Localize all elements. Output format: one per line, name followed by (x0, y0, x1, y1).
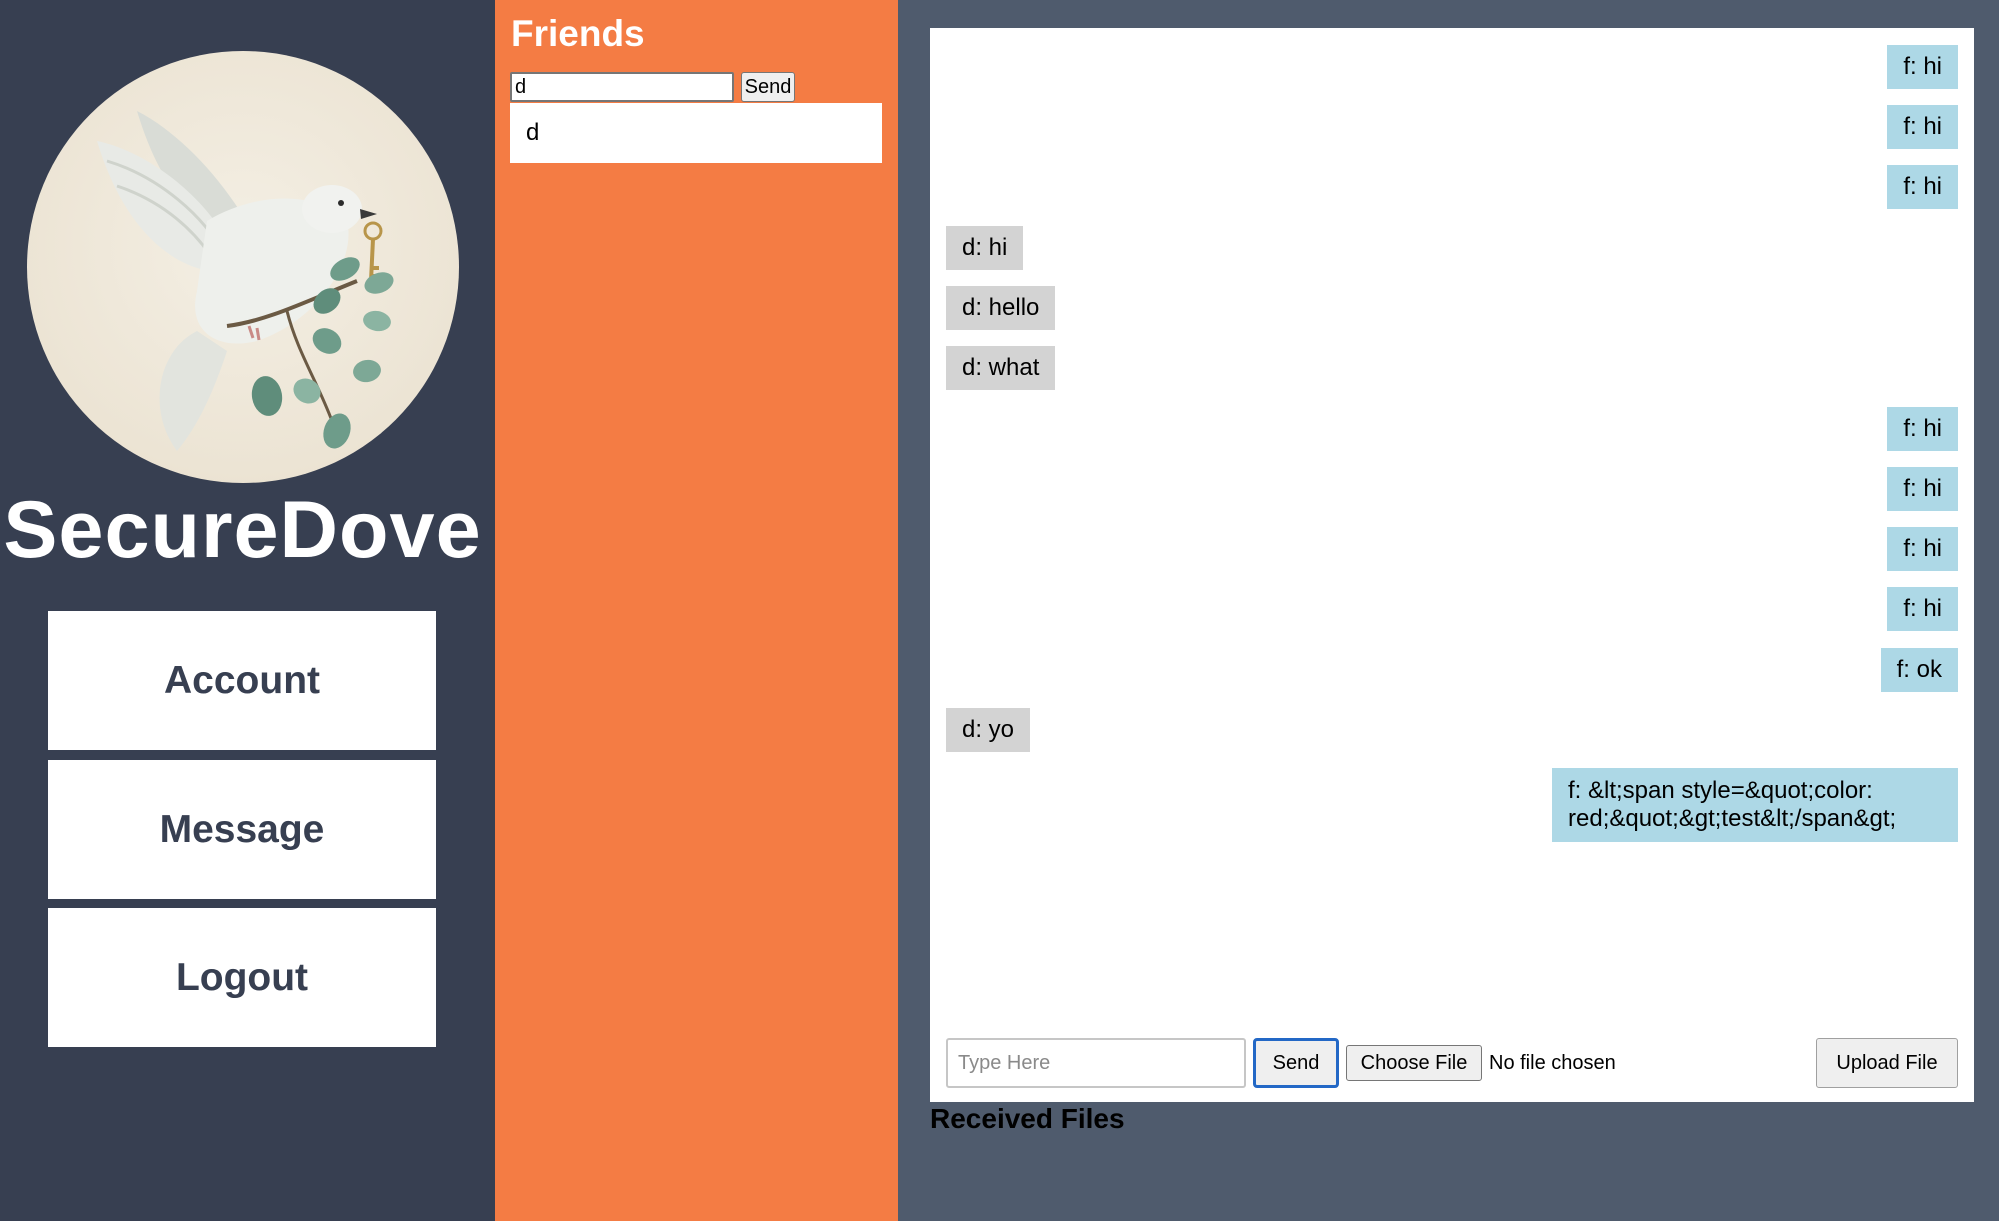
friend-send-button[interactable]: Send (741, 72, 795, 102)
chat-area: f: hi f: hi f: hi d: hi d: hello d: what… (898, 0, 1999, 1221)
chat-message: d: hi (946, 226, 1024, 270)
chat-message: d: what (946, 346, 1056, 390)
chat-message: d: yo (946, 708, 1031, 752)
chat-message: f: &lt;span style=&quot;color: red;&quot… (1552, 768, 1958, 842)
friends-panel: Friends Send d (495, 0, 898, 1221)
chat-message: f: hi (1887, 467, 1958, 511)
file-status-text: No file chosen (1489, 1052, 1616, 1074)
sidebar: SecureDove Account Message Logout (0, 0, 495, 1221)
received-files-title: Received Files (930, 1103, 1125, 1134)
friend-search-input[interactable] (510, 72, 734, 102)
chat-message: f: hi (1887, 587, 1958, 631)
friend-list-item[interactable]: d (510, 103, 882, 163)
chat-message: f: hi (1887, 45, 1958, 89)
chat-box: f: hi f: hi f: hi d: hi d: hello d: what… (930, 28, 1974, 1102)
message-input[interactable] (946, 1038, 1246, 1088)
chat-message: d: hello (946, 286, 1056, 330)
chat-message: f: hi (1887, 407, 1958, 451)
chat-message: f: hi (1887, 105, 1958, 149)
chat-message: f: hi (1887, 165, 1958, 209)
account-button[interactable]: Account (48, 611, 436, 750)
choose-file-button[interactable]: Choose File (1346, 1045, 1482, 1081)
chat-message: f: hi (1887, 527, 1958, 571)
message-button[interactable]: Message (48, 760, 436, 899)
logout-button[interactable]: Logout (48, 908, 436, 1047)
chat-message: f: ok (1880, 648, 1958, 692)
upload-file-button[interactable]: Upload File (1816, 1038, 1958, 1088)
brand-title: SecureDove (3, 485, 482, 575)
message-send-button[interactable]: Send (1253, 1038, 1339, 1088)
dove-logo-icon (27, 51, 459, 483)
friends-title: Friends (511, 13, 645, 54)
